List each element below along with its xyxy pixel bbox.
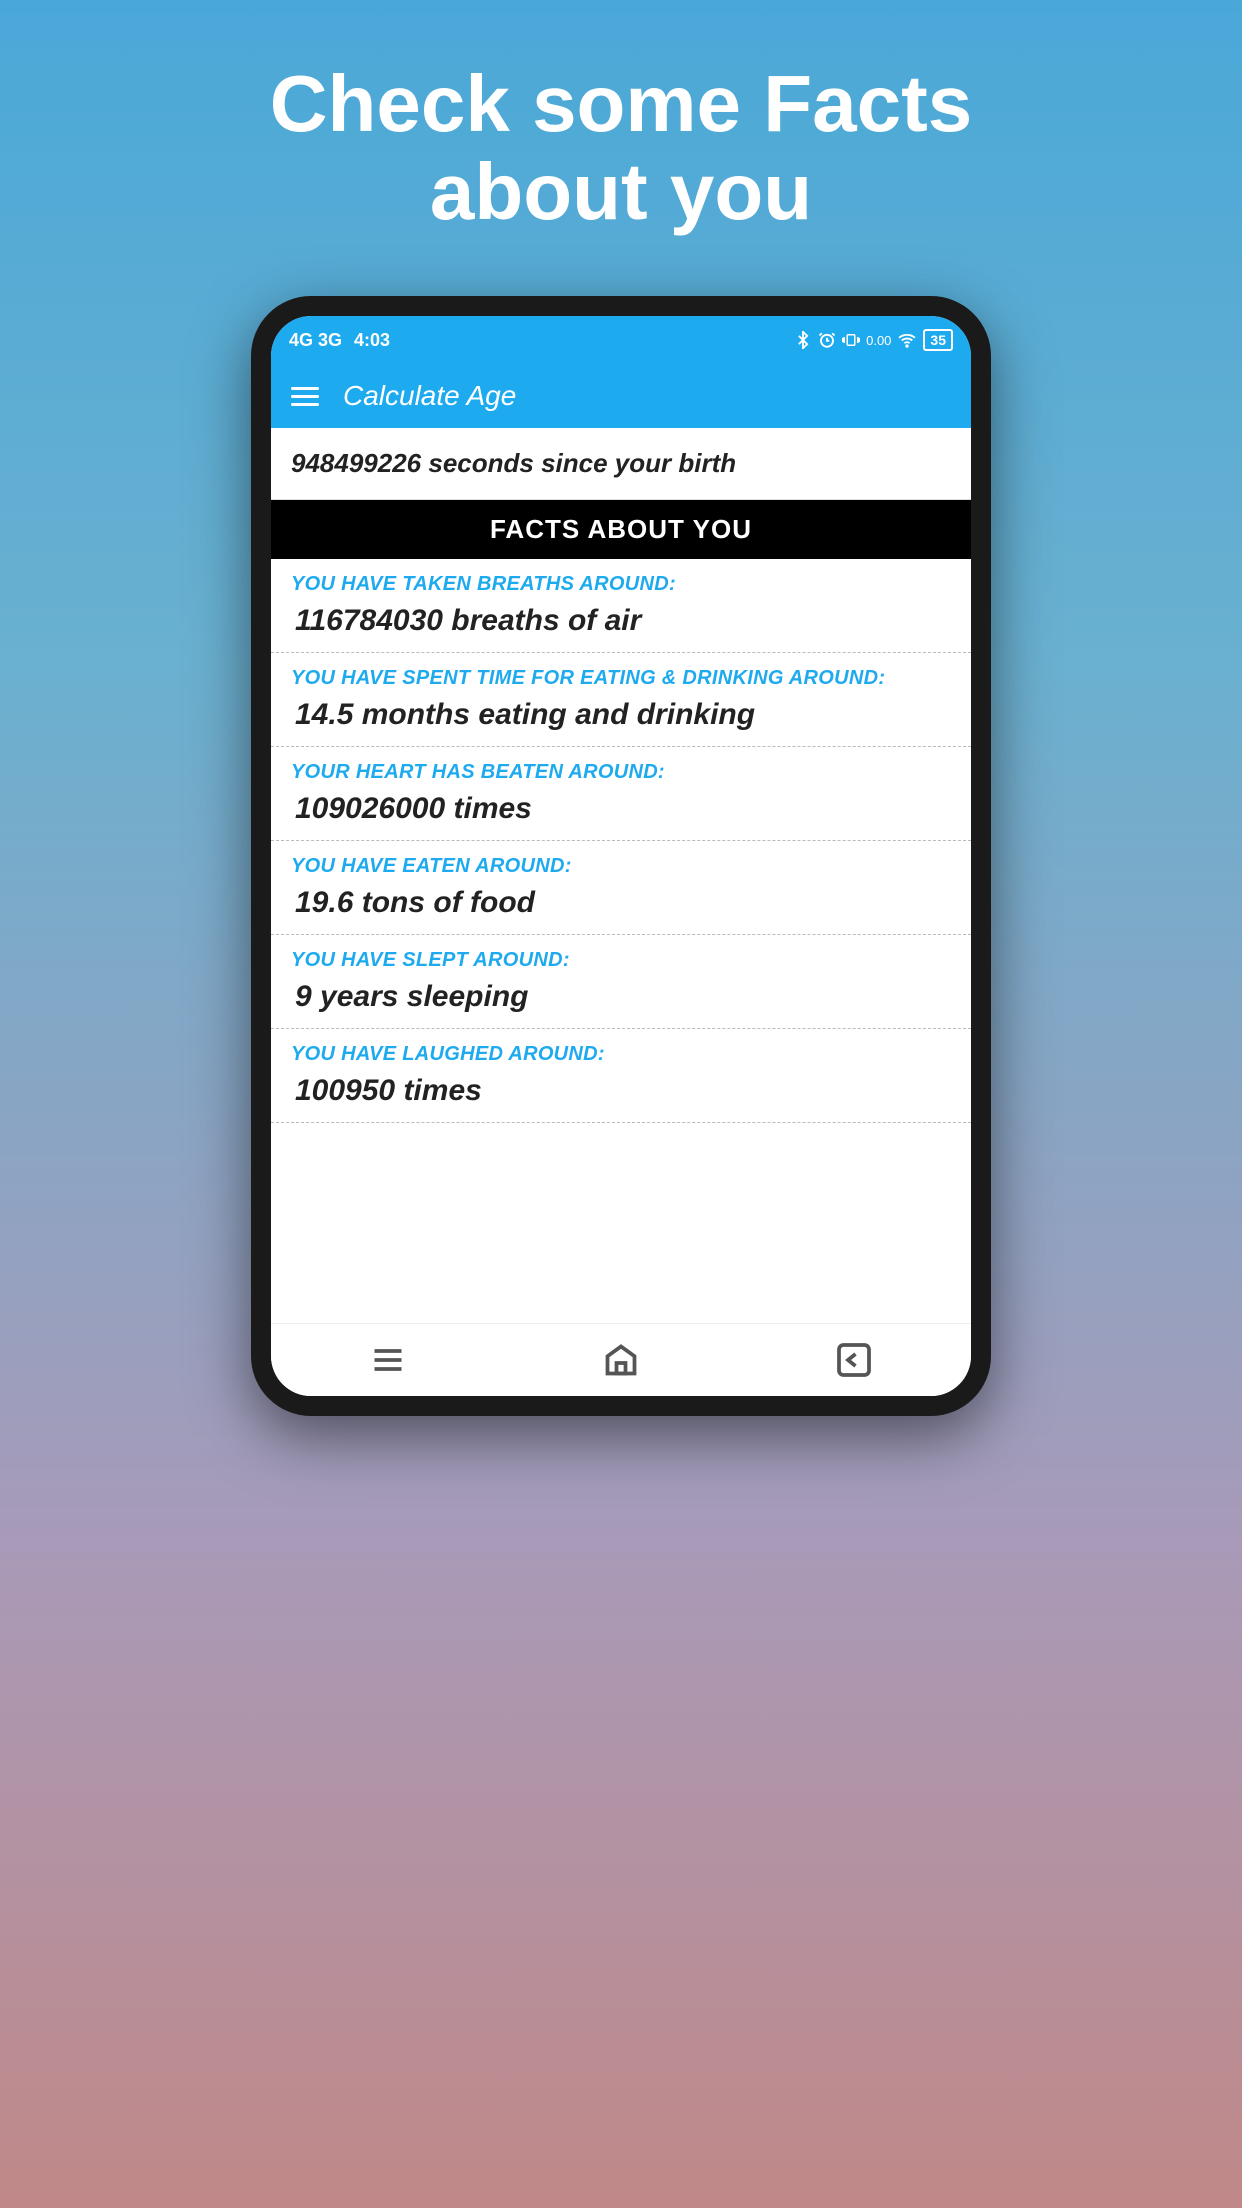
- content-spacer: [271, 1123, 971, 1323]
- nav-menu-icon: [370, 1342, 406, 1378]
- bluetooth-icon: [794, 331, 812, 349]
- battery-indicator: 35: [923, 329, 953, 351]
- bottom-navigation: [271, 1323, 971, 1396]
- fact-value-heartbeat: 109026000 times: [291, 792, 951, 826]
- fact-value-laughed: 100950 times: [291, 1074, 951, 1108]
- fact-value-breaths: 116784030 breaths of air: [291, 604, 951, 638]
- status-bar: 4G 3G 4:03: [271, 316, 971, 364]
- fact-value-food: 19.6 tons of food: [291, 886, 951, 920]
- seconds-since-birth: 948499226 seconds since your birth: [271, 428, 971, 500]
- fact-label-breaths: YOU HAVE TAKEN BREATHS AROUND:: [291, 573, 951, 596]
- content-area: 948499226 seconds since your birth FACTS…: [271, 428, 971, 1323]
- fact-label-laughed: YOU HAVE LAUGHED AROUND:: [291, 1043, 951, 1066]
- status-network: 4G 3G 4:03: [289, 330, 390, 351]
- fact-food: YOU HAVE EATEN AROUND: 19.6 tons of food: [271, 841, 971, 935]
- fact-label-eating: YOU HAVE SPENT TIME FOR EATING & DRINKIN…: [291, 667, 951, 690]
- vibrate-icon: [842, 331, 860, 349]
- network-label: 4G 3G: [289, 330, 342, 351]
- app-bar-title: Calculate Age: [343, 380, 516, 412]
- fact-value-sleep: 9 years sleeping: [291, 980, 951, 1014]
- nav-menu-button[interactable]: [370, 1342, 406, 1378]
- fact-laughed: YOU HAVE LAUGHED AROUND: 100950 times: [271, 1029, 971, 1123]
- page-title: Check some Facts about you: [171, 60, 1071, 236]
- fact-sleep: YOU HAVE SLEPT AROUND: 9 years sleeping: [271, 935, 971, 1029]
- phone-screen: 4G 3G 4:03: [271, 316, 971, 1396]
- phone-device: 4G 3G 4:03: [251, 296, 991, 1416]
- fact-label-sleep: YOU HAVE SLEPT AROUND:: [291, 949, 951, 972]
- wifi-icon: [897, 331, 917, 349]
- hamburger-menu-button[interactable]: [291, 387, 319, 406]
- alarm-icon: [818, 331, 836, 349]
- facts-header: FACTS ABOUT YOU: [271, 500, 971, 559]
- fact-label-food: YOU HAVE EATEN AROUND:: [291, 855, 951, 878]
- speed-label: 0.00: [866, 333, 891, 348]
- fact-label-heartbeat: YOUR HEART HAS BEATEN AROUND:: [291, 761, 951, 784]
- nav-home-icon: [603, 1342, 639, 1378]
- fact-eating: YOU HAVE SPENT TIME FOR EATING & DRINKIN…: [271, 653, 971, 747]
- app-bar: Calculate Age: [271, 364, 971, 428]
- clock-time: 4:03: [354, 330, 390, 351]
- fact-value-eating: 14.5 months eating and drinking: [291, 698, 951, 732]
- fact-heartbeat: YOUR HEART HAS BEATEN AROUND: 109026000 …: [271, 747, 971, 841]
- nav-home-button[interactable]: [603, 1342, 639, 1378]
- nav-back-button[interactable]: [836, 1342, 872, 1378]
- nav-back-icon: [836, 1342, 872, 1378]
- status-icons: 0.00 35: [794, 329, 953, 351]
- fact-breaths: YOU HAVE TAKEN BREATHS AROUND: 116784030…: [271, 559, 971, 653]
